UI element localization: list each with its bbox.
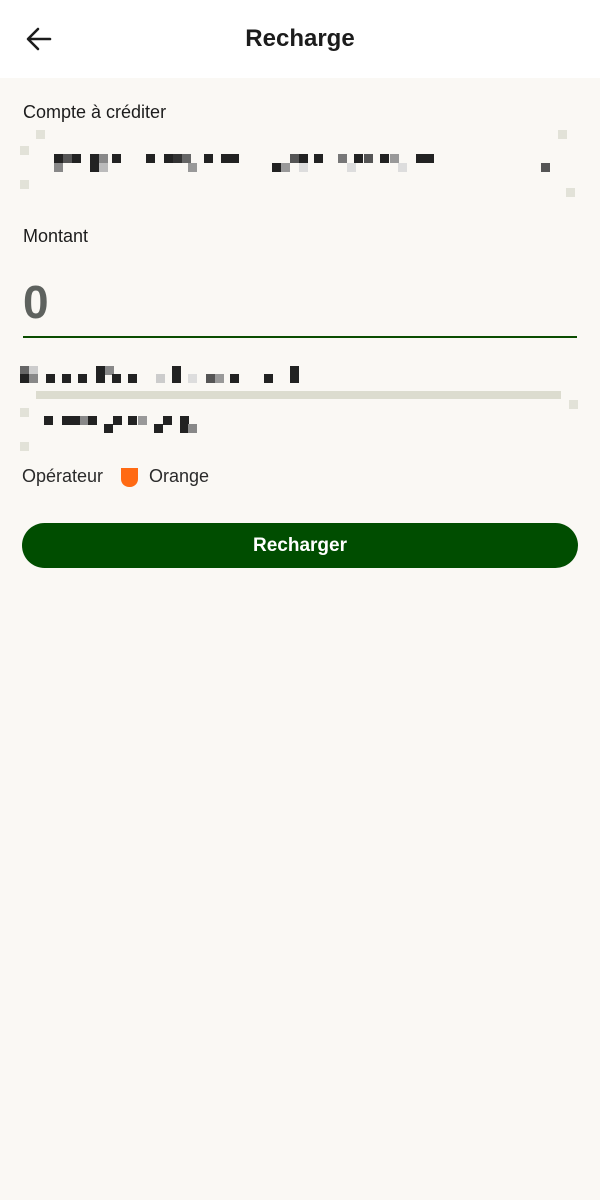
operator-label: Opérateur: [22, 466, 104, 486]
operator-row: Opérateur Orange: [22, 454, 322, 488]
info-divider-bar: [36, 391, 561, 399]
amount-input[interactable]: [23, 268, 577, 338]
app-header: Recharge: [0, 0, 600, 78]
recharge-button[interactable]: Recharger: [22, 523, 578, 568]
account-label: Compte à créditer: [23, 102, 167, 122]
recharge-screen: Recharge Compte à créditer Montant 0 Opé…: [0, 0, 600, 1200]
account-selector-redacted[interactable]: [16, 126, 584, 198]
amount-label: Montant: [23, 226, 89, 246]
page-title: Recharge: [245, 25, 355, 52]
orange-operator-icon: [121, 468, 138, 487]
info-text-redacted: [16, 360, 584, 452]
operator-name: Orange: [149, 466, 210, 486]
